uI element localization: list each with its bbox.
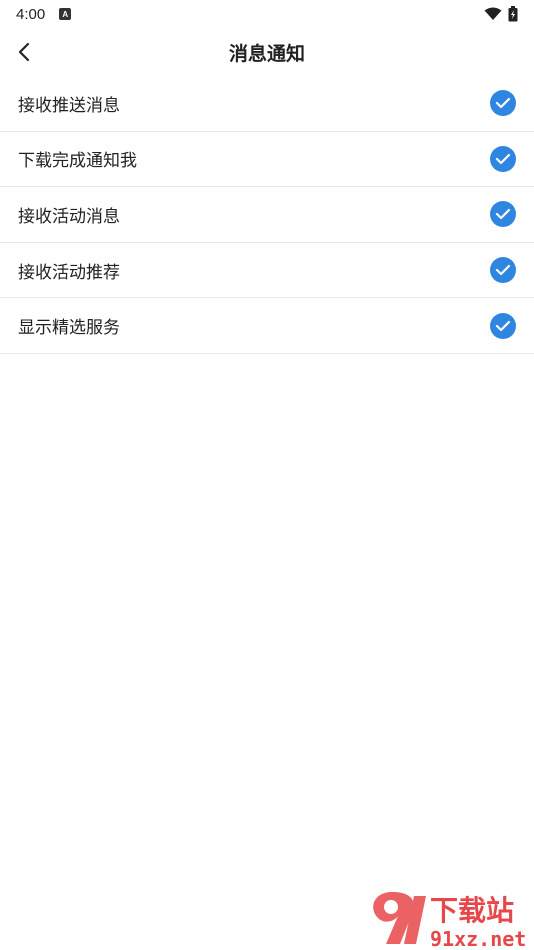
watermark-logo: 下载站 91xz.net (373, 892, 526, 950)
setting-label: 接收推送消息 (18, 95, 120, 116)
check-icon (495, 209, 511, 220)
setting-label: 接收活动消息 (18, 206, 120, 227)
status-right (484, 6, 518, 22)
back-button[interactable] (8, 36, 40, 68)
checkbox-checked[interactable] (490, 312, 516, 339)
check-icon (495, 264, 511, 276)
check-icon (495, 320, 511, 331)
settings-list: 接收推送消息 下载完成通知我 接收活动消息 接收活动推荐 显示精选服务 (0, 76, 534, 354)
checkbox-checked[interactable] (490, 90, 516, 117)
setting-row-activity-messages[interactable]: 接收活动消息 (0, 187, 534, 243)
setting-row-receive-push[interactable]: 接收推送消息 (0, 76, 534, 132)
wifi-icon (484, 7, 502, 20)
setting-row-activity-recommend[interactable]: 接收活动推荐 (0, 243, 534, 299)
page-title: 消息通知 (228, 42, 305, 65)
status-time: 4:00 (16, 5, 46, 23)
notification-icon: A (59, 8, 72, 20)
status-bar: 4:00 A (0, 0, 534, 28)
notification-letter: A (62, 9, 69, 19)
watermark-domain: 91xz.net (430, 927, 526, 950)
setting-label: 显示精选服务 (18, 318, 120, 339)
status-left: 4:00 A (16, 5, 72, 23)
check-icon (495, 98, 511, 109)
setting-row-featured-services[interactable]: 显示精选服务 (0, 298, 534, 354)
setting-row-download-complete[interactable]: 下载完成通知我 (0, 132, 534, 188)
battery-icon (508, 6, 518, 22)
checkbox-checked[interactable] (490, 257, 516, 284)
checkbox-checked[interactable] (490, 145, 516, 172)
checkbox-checked[interactable] (490, 201, 516, 228)
setting-label: 下载完成通知我 (18, 151, 137, 172)
app-bar: 消息通知 (0, 28, 534, 76)
watermark-brand: 下载站 (430, 894, 514, 927)
setting-label: 接收活动推荐 (18, 262, 120, 283)
chevron-left-icon (18, 42, 30, 62)
check-icon (495, 153, 511, 164)
